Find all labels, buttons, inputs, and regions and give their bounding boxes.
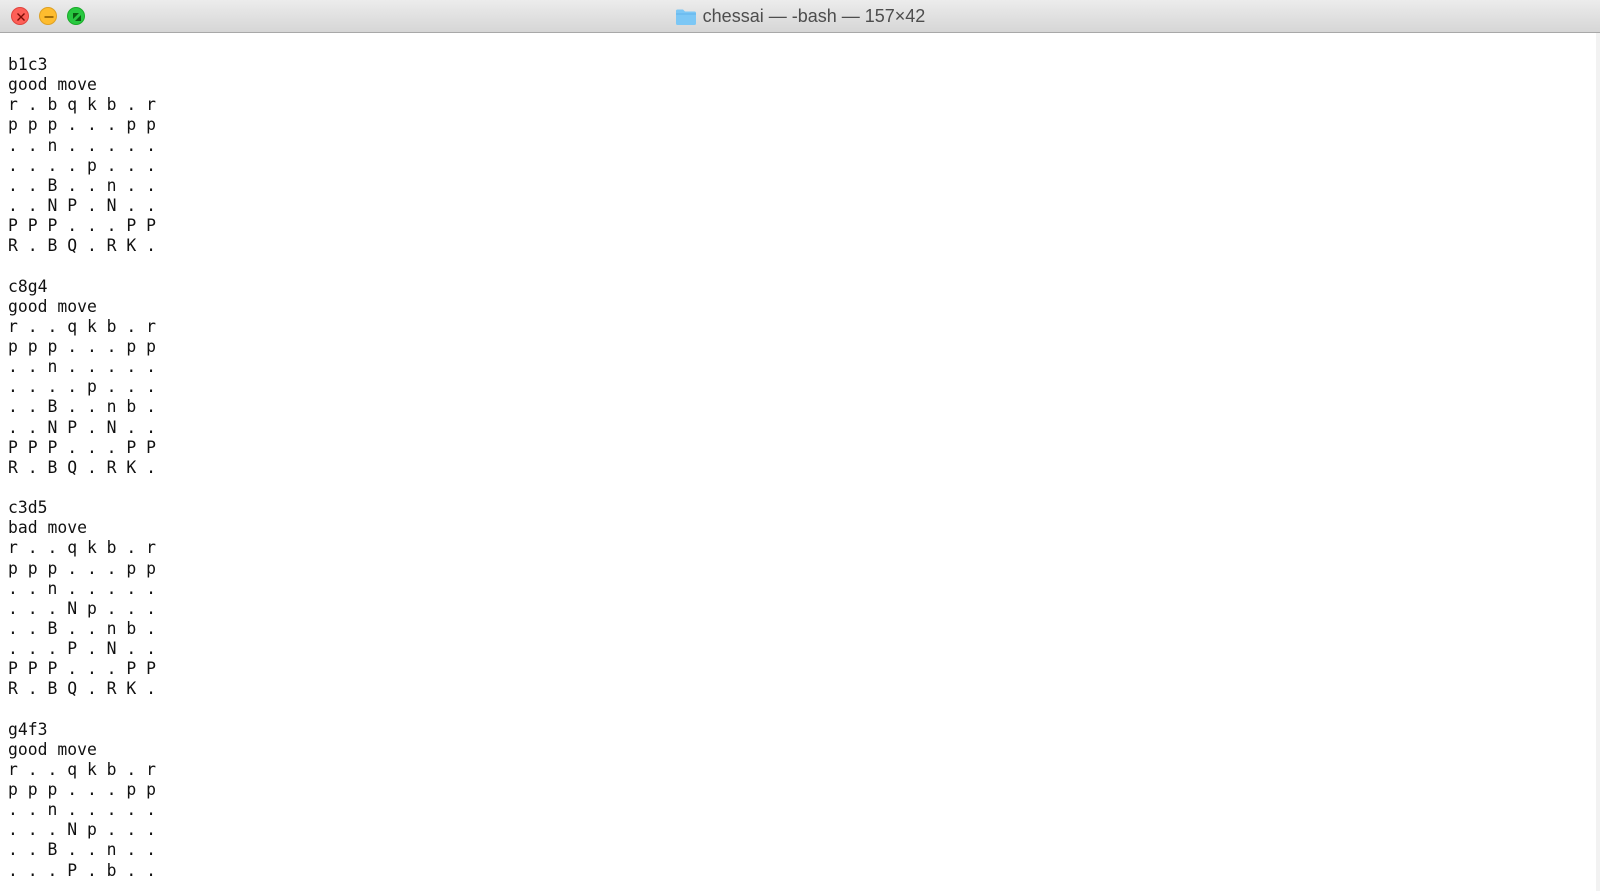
window-title: chessai — -bash — 157×42 xyxy=(702,6,926,26)
terminal-line: P P P . . . P P xyxy=(8,659,157,679)
terminal-line: . . B . . n . . xyxy=(8,840,157,860)
terminal-line: . . B . . n b . xyxy=(8,397,157,417)
terminal-line: c3d5 xyxy=(8,498,48,518)
terminal-line: r . . q k b . r xyxy=(8,538,157,558)
terminal-line: b1c3 xyxy=(8,55,48,74)
terminal-window: chessai — -bash — 157×42 b1c3 good move r … xyxy=(0,0,1600,891)
terminal-line: r . b q k b . r xyxy=(8,95,157,115)
terminal-line: . . n . . . . . xyxy=(8,578,157,598)
terminal-line: c8g4 xyxy=(8,276,48,296)
terminal-line: good move xyxy=(8,296,97,316)
terminal-line: R . B Q . R K . xyxy=(8,457,157,477)
terminal-line: . . . P . b . . xyxy=(8,860,157,880)
terminal-line: p p p . . . p p xyxy=(8,115,157,135)
terminal-line: . . . N p . . . xyxy=(8,820,157,840)
terminal-line: P P P . . . P P xyxy=(8,216,157,236)
scrollbar[interactable] xyxy=(1596,33,1600,891)
terminal-line: . . n . . . . . xyxy=(8,135,157,155)
window-title-group: chessai — -bash — 157×42 xyxy=(0,0,1600,33)
terminal-line: g4f3 xyxy=(8,719,48,739)
terminal-line: good move xyxy=(8,75,97,95)
terminal-line: . . . P . N . . xyxy=(8,639,157,659)
terminal-line: bad move xyxy=(8,518,87,538)
terminal-line: p p p . . . p p xyxy=(8,558,157,578)
terminal-line: R . B Q . R K . xyxy=(8,236,157,256)
folder-icon xyxy=(675,8,697,26)
terminal-line: p p p . . . p p xyxy=(8,780,157,800)
terminal-line: r . . q k b . r xyxy=(8,759,157,779)
terminal-line: . . B . . n b . xyxy=(8,618,157,638)
title-bar[interactable]: chessai — -bash — 157×42 xyxy=(0,0,1600,33)
terminal-line: . . . . p . . . xyxy=(8,155,157,175)
terminal-line: . . N P . N . . xyxy=(8,195,157,215)
terminal-line: r . . q k b . r xyxy=(8,316,157,336)
terminal-line: . . . . p . . . xyxy=(8,377,157,397)
terminal-line: . . n . . . . . xyxy=(8,800,157,820)
terminal-line: R . B Q . R K . xyxy=(8,679,157,699)
terminal-line: . . N P . N . . xyxy=(8,417,157,437)
terminal-line: good move xyxy=(8,739,97,759)
terminal-line: . . n . . . . . xyxy=(8,357,157,377)
terminal-line: . . . N p . . . xyxy=(8,598,157,618)
terminal-line: P P P . . . P P xyxy=(8,437,157,457)
terminal-output[interactable]: b1c3 good move r . b q k b . rp p p . . . … xyxy=(0,33,1600,891)
terminal-line: p p p . . . p p xyxy=(8,336,157,356)
terminal-line: . . B . . n . . xyxy=(8,175,157,195)
